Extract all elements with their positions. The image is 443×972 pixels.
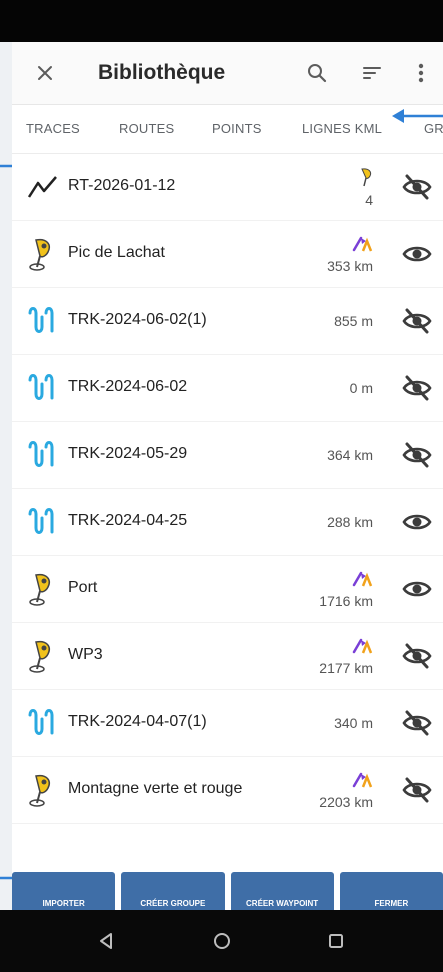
library-sheet: Bibliothèque TRACES ROUTES POINTS LIGNES… — [12, 42, 443, 922]
item-value: 288 km — [327, 514, 373, 530]
track-icon — [26, 370, 60, 406]
library-list: RT-2026-01-12 4 Pic de Lachat 353 km TRK-202… — [12, 154, 443, 824]
waypoint-small-icon — [359, 167, 373, 192]
direction-icon — [351, 570, 373, 593]
item-meta: 353 km — [327, 221, 373, 287]
recents-nav-icon[interactable] — [323, 928, 349, 954]
item-name: RT-2026-01-12 — [68, 177, 176, 194]
item-name: Montagne verte et rouge — [68, 780, 243, 797]
item-value: 1716 km — [319, 592, 373, 609]
system-nav-bar — [0, 910, 443, 972]
eye-icon[interactable] — [401, 573, 433, 605]
eye-off-icon[interactable] — [401, 372, 433, 404]
back-nav-icon[interactable] — [93, 928, 119, 954]
item-name: TRK-2024-05-29 — [68, 445, 188, 462]
category-tabs: TRACES ROUTES POINTS LIGNES KML GR — [12, 105, 443, 154]
item-value: 855 m — [334, 313, 373, 329]
item-meta: 364 km — [327, 422, 373, 488]
direction-icon — [351, 637, 373, 660]
list-item[interactable]: TRK-2024-06-02 0 m — [12, 355, 443, 422]
eye-off-icon[interactable] — [401, 640, 433, 672]
list-item[interactable]: TRK-2024-04-25 288 km — [12, 489, 443, 556]
top-app-bar: Bibliothèque — [12, 42, 443, 105]
list-item[interactable]: Montagne verte et rouge 2203 km — [12, 757, 443, 824]
eye-icon[interactable] — [401, 506, 433, 538]
search-icon[interactable] — [300, 56, 334, 90]
item-name: WP3 — [68, 646, 103, 663]
item-meta: 855 m — [334, 288, 373, 354]
list-item[interactable]: Port 1716 km — [12, 556, 443, 623]
track-icon — [26, 303, 60, 339]
page-title: Bibliothèque — [98, 61, 226, 84]
item-value: 0 m — [349, 380, 373, 396]
item-meta: 2203 km — [319, 757, 373, 823]
list-item[interactable]: Pic de Lachat 353 km — [12, 221, 443, 288]
tab-groupes[interactable]: GR — [424, 121, 443, 136]
sort-icon[interactable] — [355, 56, 389, 90]
route-icon — [26, 169, 60, 205]
eye-off-icon[interactable] — [401, 439, 433, 471]
waypoint-icon — [26, 571, 60, 607]
track-icon — [26, 437, 60, 473]
track-icon — [26, 705, 60, 741]
close-icon[interactable] — [28, 56, 62, 90]
eye-icon[interactable] — [401, 238, 433, 270]
item-value: 2203 km — [319, 793, 373, 810]
tab-points[interactable]: POINTS — [212, 121, 262, 136]
tab-lignes-kml[interactable]: LIGNES KML — [302, 121, 382, 136]
eye-off-icon[interactable] — [401, 707, 433, 739]
home-nav-icon[interactable] — [209, 928, 235, 954]
item-name: Port — [68, 579, 98, 596]
item-name: TRK-2024-04-25 — [68, 512, 188, 529]
item-meta: 1716 km — [319, 556, 373, 622]
eye-off-icon[interactable] — [401, 171, 433, 203]
item-value: 4 — [365, 191, 373, 208]
item-value: 353 km — [327, 257, 373, 274]
item-value: 2177 km — [319, 659, 373, 676]
item-name: TRK-2024-06-02(1) — [68, 311, 207, 328]
waypoint-icon — [26, 638, 60, 674]
tab-traces[interactable]: TRACES — [26, 121, 80, 136]
item-name: TRK-2024-06-02 — [68, 378, 188, 395]
item-meta: 2177 km — [319, 623, 373, 689]
eye-off-icon[interactable] — [401, 305, 433, 337]
list-item[interactable]: TRK-2024-05-29 364 km — [12, 422, 443, 489]
list-item[interactable]: WP3 2177 km — [12, 623, 443, 690]
item-meta: 0 m — [350, 355, 373, 421]
list-item[interactable]: RT-2026-01-12 4 — [12, 154, 443, 221]
item-meta: 288 km — [327, 489, 373, 555]
direction-icon — [351, 771, 373, 794]
more-vert-icon[interactable] — [409, 56, 433, 90]
eye-off-icon[interactable] — [401, 774, 433, 806]
direction-icon — [351, 235, 373, 258]
waypoint-icon — [26, 236, 60, 272]
item-meta: 4 — [359, 154, 373, 220]
track-icon — [26, 504, 60, 540]
item-meta: 340 m — [334, 690, 373, 756]
list-item[interactable]: TRK-2024-06-02(1) 855 m — [12, 288, 443, 355]
item-name: Pic de Lachat — [68, 244, 165, 261]
item-name: TRK-2024-04-07(1) — [68, 713, 207, 730]
item-value: 340 m — [334, 715, 373, 731]
waypoint-icon — [26, 772, 60, 808]
item-value: 364 km — [327, 447, 373, 463]
list-item[interactable]: TRK-2024-04-07(1) 340 m — [12, 690, 443, 757]
tab-routes[interactable]: ROUTES — [119, 121, 174, 136]
status-bar — [0, 0, 443, 42]
